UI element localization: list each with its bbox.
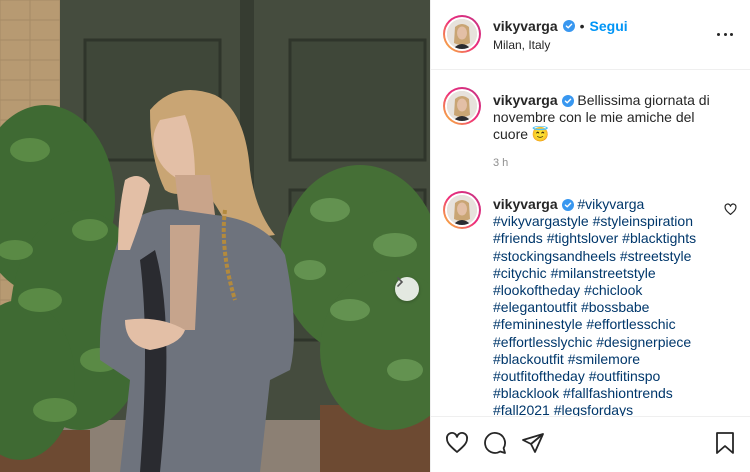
comment-hashtags[interactable]: #vikyvargastyle #styleinspiration #frien…: [493, 213, 696, 416]
chevron-right-icon: [397, 277, 404, 287]
action-bar: [431, 416, 750, 472]
comment-text: vikyvarga #vikyvarga #vikyvargastyle #st…: [493, 196, 725, 416]
comment-username[interactable]: vikyvarga: [493, 196, 558, 212]
send-icon[interactable]: [521, 431, 545, 455]
comments-list[interactable]: vikyvarga Bellissima giornata di novembr…: [431, 70, 750, 416]
avatar[interactable]: [443, 191, 481, 229]
bookmark-icon[interactable]: [714, 431, 736, 455]
comment-icon[interactable]: [483, 431, 507, 455]
post-side-panel: vikyvarga • Segui Milan, Italy vikyvarga…: [430, 0, 750, 472]
heart-icon[interactable]: [724, 203, 737, 216]
avatar-image: [447, 195, 477, 225]
heart-icon[interactable]: [445, 431, 469, 455]
photo-illustration: [0, 0, 430, 472]
caption-emoji: 😇: [531, 126, 550, 143]
avatar[interactable]: [443, 15, 481, 53]
avatar[interactable]: [443, 87, 481, 125]
verified-badge-icon: [561, 95, 574, 107]
more-options-icon[interactable]: [717, 26, 733, 42]
caption-username[interactable]: vikyvarga: [493, 92, 558, 108]
avatar-image: [447, 19, 477, 49]
carousel-next-button[interactable]: [395, 277, 419, 301]
post-location[interactable]: Milan, Italy: [493, 38, 550, 52]
post-header: vikyvarga • Segui Milan, Italy: [431, 0, 750, 70]
follow-button[interactable]: Segui: [590, 18, 628, 34]
comment-first-hashtag[interactable]: #vikyvarga: [577, 196, 644, 212]
header-user-row: vikyvarga • Segui: [493, 18, 628, 34]
verified-badge-icon: [562, 20, 575, 32]
verified-badge-icon: [561, 199, 574, 211]
header-separator: •: [579, 18, 585, 34]
caption-timestamp[interactable]: 3 h: [493, 157, 508, 169]
caption-text: vikyvarga Bellissima giornata di novembr…: [493, 92, 733, 144]
header-username[interactable]: vikyvarga: [493, 18, 558, 34]
avatar-image: [447, 91, 477, 121]
post-photo[interactable]: [0, 0, 430, 472]
